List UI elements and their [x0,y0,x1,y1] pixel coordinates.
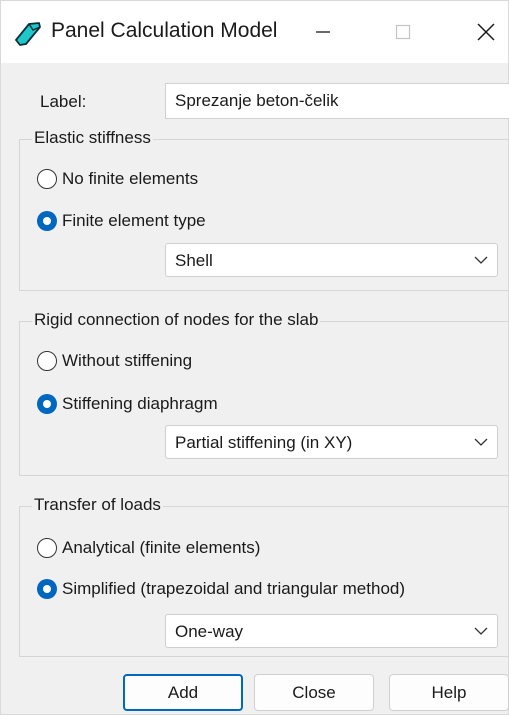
maximize-icon [395,24,411,40]
radio-unchecked-icon[interactable] [37,351,57,371]
radio-simplified[interactable]: Simplified (trapezoidal and triangular m… [37,576,405,602]
label-caption: Label: [40,92,87,111]
dropdown-value: One-way [175,622,244,641]
transfer-of-loads-title: Transfer of loads [32,495,163,515]
label-input[interactable] [165,83,509,119]
help-button[interactable]: Help [389,674,509,711]
radio-label: Analytical (finite elements) [62,538,261,557]
chevron-down-icon [474,256,488,264]
dropdown-value: Shell [175,251,213,270]
close-icon [477,23,495,41]
dropdown-value: Partial stiffening (in XY) [175,433,353,452]
add-button[interactable]: Add [123,674,243,711]
radio-without-stiffening[interactable]: Without stiffening [37,348,192,374]
rigid-connection-title: Rigid connection of nodes for the slab [32,310,321,330]
panel-app-icon [15,22,41,46]
minimize-button[interactable] [293,1,353,63]
load-transfer-dropdown[interactable]: One-way [165,614,498,648]
close-window-button[interactable] [456,1,509,63]
title-bar[interactable]: Panel Calculation Model [1,1,508,63]
panel-calculation-model-dialog: Panel Calculation Model Label: Elastic s… [0,0,509,715]
chevron-down-icon [474,627,488,635]
close-button[interactable]: Close [254,674,374,711]
chevron-down-icon [474,438,488,446]
radio-checked-icon[interactable] [37,579,57,599]
maximize-button[interactable] [373,1,433,63]
window-title: Panel Calculation Model [51,19,278,42]
radio-label: No finite elements [62,169,199,188]
radio-checked-icon[interactable] [37,394,57,414]
radio-label: Simplified (trapezoidal and triangular m… [62,579,406,598]
radio-unchecked-icon[interactable] [37,538,57,558]
radio-label: Without stiffening [62,351,193,370]
radio-checked-icon[interactable] [37,211,57,231]
stiffening-dropdown[interactable]: Partial stiffening (in XY) [165,425,498,459]
radio-finite-element-type[interactable]: Finite element type [37,208,206,234]
radio-stiffening-diaphragm[interactable]: Stiffening diaphragm [37,391,218,417]
radio-label: Finite element type [62,211,206,230]
radio-no-finite-elements[interactable]: No finite elements [37,166,198,192]
radio-analytical[interactable]: Analytical (finite elements) [37,535,260,561]
radio-unchecked-icon[interactable] [37,169,57,189]
elastic-stiffness-title: Elastic stiffness [32,128,153,148]
finite-element-type-dropdown[interactable]: Shell [165,243,498,277]
minimize-icon [316,31,330,33]
radio-label: Stiffening diaphragm [62,394,218,413]
